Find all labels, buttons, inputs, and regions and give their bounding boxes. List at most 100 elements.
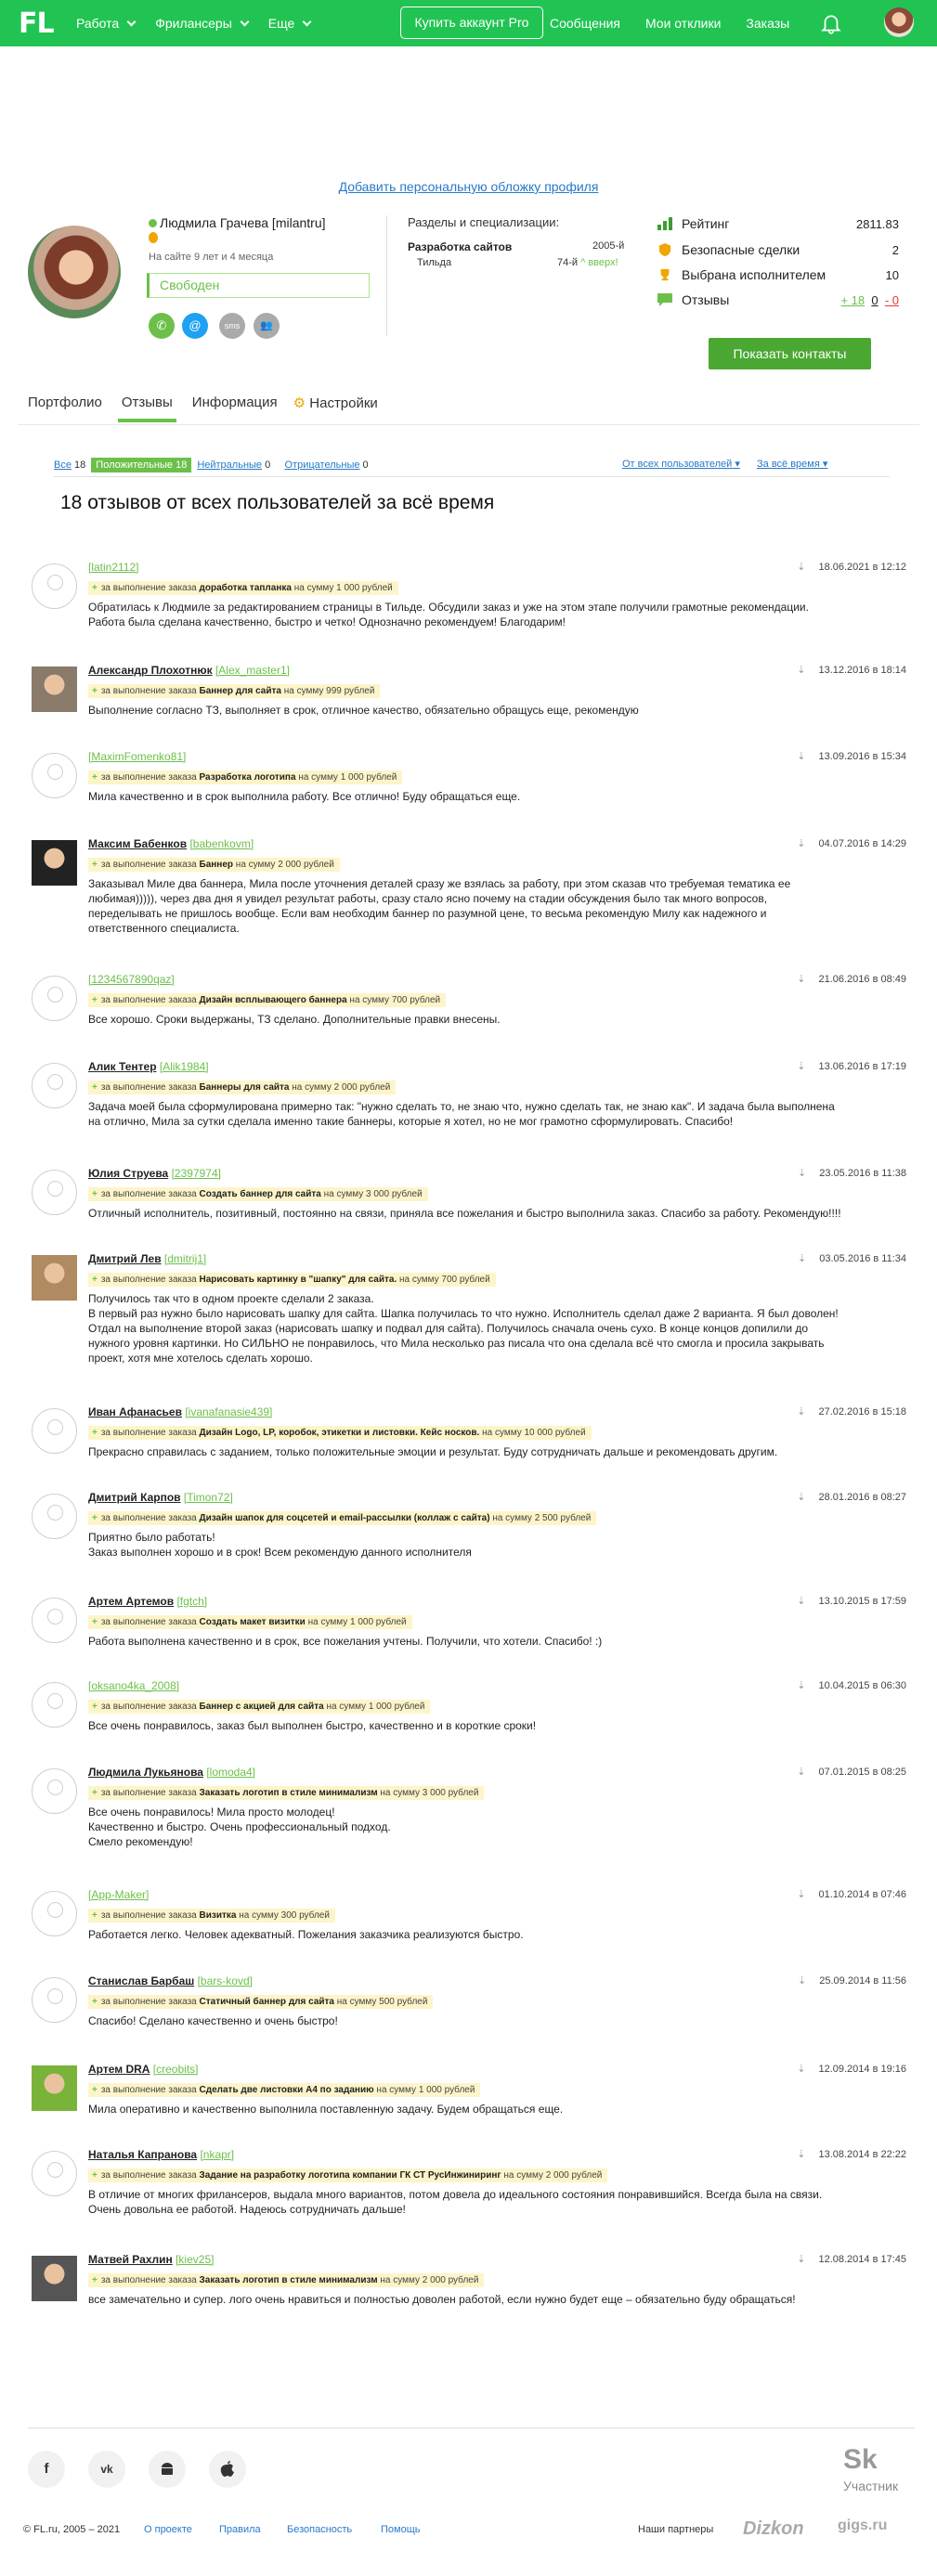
thumb-icon[interactable]: ⇣ bbox=[797, 750, 805, 762]
project-link[interactable]: Заказать логотип в стиле минимализм bbox=[200, 2275, 378, 2285]
reviewer-avatar[interactable] bbox=[32, 1598, 77, 1643]
reviewer-name[interactable]: Максим Бабенков bbox=[88, 837, 187, 850]
reviewer-name[interactable]: Юлия Струева bbox=[88, 1167, 168, 1180]
project-link[interactable]: Дизайн шапок для соцсетей и email-рассыл… bbox=[200, 1513, 490, 1523]
reviewer-login[interactable]: [lomoda4] bbox=[206, 1766, 255, 1779]
thumb-icon[interactable]: ⇣ bbox=[798, 1974, 806, 1987]
project-link[interactable]: Создать макет визитки bbox=[200, 1617, 306, 1627]
thumb-icon[interactable]: ⇣ bbox=[797, 561, 805, 573]
footer-link-security[interactable]: Безопасность bbox=[287, 2524, 352, 2535]
vk-icon[interactable]: vk bbox=[88, 2451, 125, 2488]
project-link[interactable]: Баннеры для сайта bbox=[200, 1082, 290, 1093]
reviewer-name[interactable]: Дмитрий Лев bbox=[88, 1252, 162, 1265]
tab-info[interactable]: Информация bbox=[192, 395, 278, 422]
reviewer-name[interactable]: Артем Артемов bbox=[88, 1595, 174, 1608]
reviews-neutral[interactable]: 0 bbox=[871, 293, 878, 307]
reviewer-login[interactable]: [Alik1984] bbox=[160, 1060, 209, 1073]
reviewer-login[interactable]: [Alex_master1] bbox=[215, 664, 290, 677]
reviewer-name[interactable]: Иван Афанасьев bbox=[88, 1405, 182, 1418]
nav-my-responses[interactable]: Мои отклики bbox=[645, 16, 721, 31]
show-contacts-button[interactable]: Показать контакты bbox=[709, 338, 871, 369]
tab-reviews[interactable]: Отзывы bbox=[117, 395, 176, 422]
apple-icon[interactable] bbox=[209, 2451, 246, 2488]
thumb-icon[interactable]: ⇣ bbox=[797, 837, 805, 849]
nav-freelancers[interactable]: Фрилансеры bbox=[155, 16, 250, 31]
add-cover-link[interactable]: Добавить персональную обложку профиля bbox=[0, 179, 937, 194]
project-link[interactable]: Разработка логотипа bbox=[200, 772, 296, 783]
users-icon[interactable]: 👥 bbox=[254, 313, 280, 339]
thumb-icon[interactable]: ⇣ bbox=[797, 2148, 805, 2160]
reviewer-name[interactable]: Матвей Рахлин bbox=[88, 2253, 173, 2266]
thumb-icon[interactable]: ⇣ bbox=[797, 973, 805, 985]
nav-messages[interactable]: Сообщения bbox=[550, 16, 620, 31]
partner-dizkon-logo[interactable]: Dizkon bbox=[743, 2518, 804, 2540]
reviewer-name[interactable]: Александр Плохотнюк bbox=[88, 664, 213, 677]
project-link[interactable]: Дизайн всплывающего баннера bbox=[200, 995, 347, 1005]
reviewer-avatar[interactable] bbox=[32, 1063, 77, 1108]
reviewer-avatar[interactable] bbox=[32, 2256, 77, 2301]
reviewer-login[interactable]: [nkapr] bbox=[200, 2148, 234, 2161]
reviewer-avatar[interactable] bbox=[32, 1170, 77, 1215]
reviewer-avatar[interactable] bbox=[32, 1494, 77, 1539]
project-link[interactable]: доработка тапланка bbox=[200, 583, 292, 593]
project-link[interactable]: Сделать две листовки А4 по заданию bbox=[200, 2085, 374, 2095]
project-link[interactable]: Создать баннер для сайта bbox=[200, 1189, 321, 1199]
reviewer-avatar[interactable] bbox=[32, 1768, 77, 1814]
reviewer-avatar[interactable] bbox=[32, 840, 77, 886]
nav-more[interactable]: Еще bbox=[268, 16, 312, 31]
filter-negative[interactable]: Отрицательные bbox=[285, 460, 360, 471]
filter-period-dropdown[interactable]: За всё время ▾ bbox=[757, 458, 827, 470]
thumb-icon[interactable]: ⇣ bbox=[797, 1405, 805, 1417]
reviewer-login[interactable]: [1234567890qaz] bbox=[88, 973, 175, 986]
reviewer-avatar[interactable] bbox=[32, 1408, 77, 1454]
thumb-icon[interactable]: ⇣ bbox=[798, 1167, 806, 1179]
reviewer-avatar[interactable] bbox=[32, 667, 77, 712]
phone-icon[interactable]: ✆ bbox=[149, 313, 175, 339]
android-icon[interactable] bbox=[149, 2451, 186, 2488]
thumb-icon[interactable]: ⇣ bbox=[797, 664, 805, 676]
thumb-icon[interactable]: ⇣ bbox=[797, 1060, 805, 1072]
filter-from-dropdown[interactable]: От всех пользователей ▾ bbox=[622, 458, 740, 470]
reviewer-login[interactable]: [creobits] bbox=[153, 2063, 199, 2076]
spec-name[interactable]: Разработка сайтов bbox=[408, 240, 512, 253]
reviewer-name[interactable]: Людмила Лукьянова bbox=[88, 1766, 203, 1779]
thumb-icon[interactable]: ⇣ bbox=[797, 1595, 805, 1607]
reviewer-login[interactable]: [latin2112] bbox=[88, 561, 139, 574]
reviewer-avatar[interactable] bbox=[32, 976, 77, 1021]
reviewer-name[interactable]: Дмитрий Карпов bbox=[88, 1491, 181, 1504]
reviewer-avatar[interactable] bbox=[32, 563, 77, 609]
project-link[interactable]: Баннер bbox=[200, 860, 234, 870]
reviewer-name[interactable]: Артем DRA bbox=[88, 2063, 150, 2076]
reviewer-avatar[interactable] bbox=[32, 1977, 77, 2023]
reviewer-login[interactable]: [ivanafanasie439] bbox=[185, 1405, 272, 1418]
reviews-positive[interactable]: + 18 bbox=[840, 293, 865, 307]
bell-icon[interactable] bbox=[819, 11, 843, 35]
thumb-icon[interactable]: ⇣ bbox=[797, 1491, 805, 1503]
reviewer-login[interactable]: [fgtch] bbox=[176, 1595, 207, 1608]
project-link[interactable]: Баннер для сайта bbox=[200, 686, 281, 696]
nav-orders[interactable]: Заказы bbox=[746, 16, 789, 31]
partner-gigs-logo[interactable]: gigs.ru bbox=[838, 2518, 887, 2534]
thumb-icon[interactable]: ⇣ bbox=[797, 1766, 805, 1778]
facebook-icon[interactable]: f bbox=[28, 2451, 65, 2488]
buy-pro-button[interactable]: Купить аккаунт Pro bbox=[400, 6, 543, 39]
reviewer-login[interactable]: [dmitrij1] bbox=[164, 1252, 206, 1265]
reviewer-login[interactable]: [MaximFomenko81] bbox=[88, 750, 186, 763]
project-link[interactable]: Статичный баннер для сайта bbox=[200, 1997, 334, 2007]
reviews-negative[interactable]: - 0 bbox=[885, 293, 899, 307]
user-avatar[interactable] bbox=[884, 7, 914, 37]
spec-name[interactable]: Тильда bbox=[417, 257, 451, 268]
logo[interactable]: FL bbox=[19, 7, 65, 40]
reviewer-avatar[interactable] bbox=[32, 1891, 77, 1936]
tab-settings[interactable]: ⚙ Настройки bbox=[293, 395, 378, 422]
filter-neutral[interactable]: Нейтральные bbox=[197, 460, 262, 471]
reviewer-login[interactable]: [Timon72] bbox=[184, 1491, 233, 1504]
nav-work[interactable]: Работа bbox=[76, 16, 137, 31]
reviewer-login[interactable]: [bars-kovd] bbox=[198, 1974, 253, 1987]
reviewer-avatar[interactable] bbox=[32, 2151, 77, 2196]
footer-link-about[interactable]: О проекте bbox=[144, 2524, 192, 2535]
filter-positive[interactable]: Положительные 18 bbox=[91, 458, 192, 472]
reviewer-avatar[interactable] bbox=[32, 2065, 77, 2111]
project-link[interactable]: Заказать логотип в стиле минимализм bbox=[200, 1788, 378, 1798]
filter-all[interactable]: Все bbox=[54, 460, 72, 471]
